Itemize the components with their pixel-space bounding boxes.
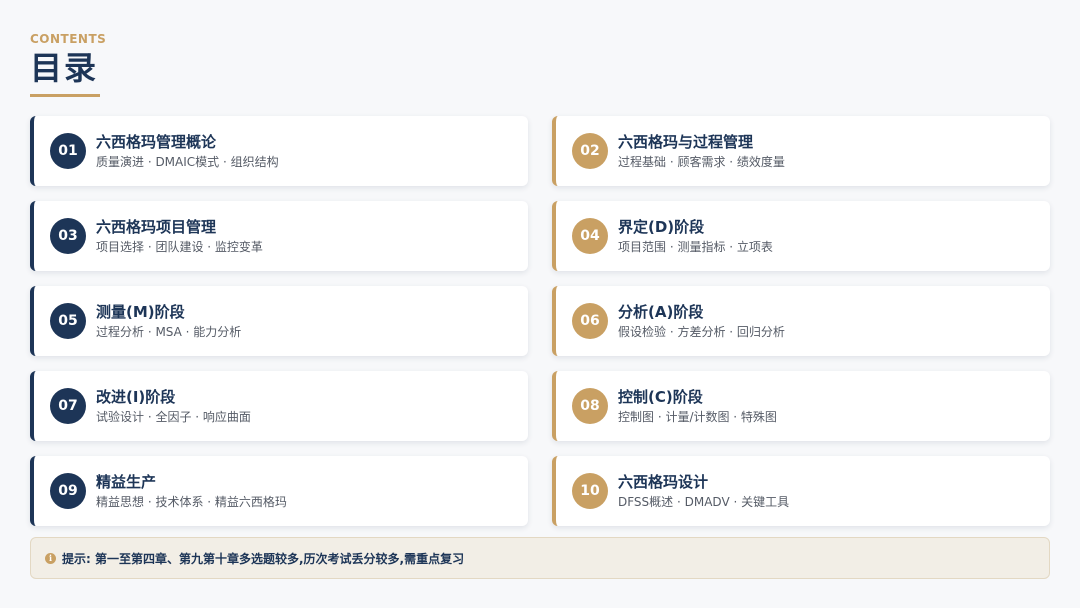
page-title: 目录 bbox=[30, 49, 99, 87]
section-description: 精益思想 · 技术体系 · 精益六西格玛 bbox=[96, 495, 287, 509]
section-title: 控制(C)阶段 bbox=[618, 388, 703, 406]
section-card[interactable]: 09 精益生产 精益思想 · 技术体系 · 精益六西格玛 bbox=[30, 456, 528, 526]
section-number-badge: 10 bbox=[572, 473, 608, 509]
section-number-badge: 03 bbox=[50, 218, 86, 254]
section-number-badge: 04 bbox=[572, 218, 608, 254]
title-underline bbox=[30, 94, 100, 97]
section-description: 假设检验 · 方差分析 · 回归分析 bbox=[618, 325, 785, 339]
section-number-badge: 07 bbox=[50, 388, 86, 424]
section-title: 六西格玛与过程管理 bbox=[618, 133, 754, 151]
slide: CONTENTS 目录 01 六西格玛管理概论 质量演进 · DMAIC模式 ·… bbox=[0, 0, 1080, 608]
section-number-badge: 05 bbox=[50, 303, 86, 339]
section-description: 控制图 · 计量/计数图 · 特殊图 bbox=[618, 410, 777, 424]
section-card[interactable]: 02 六西格玛与过程管理 过程基础 · 顾客需求 · 绩效度量 bbox=[552, 116, 1050, 186]
section-title: 六西格玛项目管理 bbox=[96, 218, 217, 236]
section-description: 过程基础 · 顾客需求 · 绩效度量 bbox=[618, 155, 785, 169]
section-number-badge: 09 bbox=[50, 473, 86, 509]
section-description: 过程分析 · MSA · 能力分析 bbox=[96, 325, 242, 339]
section-title: 精益生产 bbox=[96, 473, 157, 491]
info-icon: i bbox=[45, 552, 56, 564]
section-description: 试验设计 · 全因子 · 响应曲面 bbox=[96, 410, 251, 424]
section-card[interactable]: 05 测量(M)阶段 过程分析 · MSA · 能力分析 bbox=[30, 286, 528, 356]
section-number-badge: 01 bbox=[50, 133, 86, 169]
header: CONTENTS 目录 bbox=[30, 32, 106, 97]
section-card[interactable]: 06 分析(A)阶段 假设检验 · 方差分析 · 回归分析 bbox=[552, 286, 1050, 356]
section-title: 界定(D)阶段 bbox=[618, 218, 705, 236]
tip-banner: i 提示: 第一至第四章、第九第十章多选题较多,历次考试丢分较多,需重点复习 bbox=[30, 537, 1050, 579]
section-description: 项目范围 · 测量指标 · 立项表 bbox=[618, 240, 773, 254]
section-number-badge: 02 bbox=[572, 133, 608, 169]
section-title: 分析(A)阶段 bbox=[618, 303, 704, 321]
section-number-badge: 08 bbox=[572, 388, 608, 424]
section-grid: 01 六西格玛管理概论 质量演进 · DMAIC模式 · 组织结构 02 六西格… bbox=[30, 116, 1050, 526]
section-title: 测量(M)阶段 bbox=[96, 303, 185, 321]
section-card[interactable]: 04 界定(D)阶段 项目范围 · 测量指标 · 立项表 bbox=[552, 201, 1050, 271]
section-description: DFSS概述 · DMADV · 关键工具 bbox=[618, 495, 790, 509]
section-title: 六西格玛设计 bbox=[618, 473, 709, 491]
section-card[interactable]: 01 六西格玛管理概论 质量演进 · DMAIC模式 · 组织结构 bbox=[30, 116, 528, 186]
section-title: 六西格玛管理概论 bbox=[96, 133, 217, 151]
section-title: 改进(I)阶段 bbox=[96, 388, 176, 406]
section-description: 项目选择 · 团队建设 · 监控变革 bbox=[96, 240, 263, 254]
section-card[interactable]: 08 控制(C)阶段 控制图 · 计量/计数图 · 特殊图 bbox=[552, 371, 1050, 441]
section-description: 质量演进 · DMAIC模式 · 组织结构 bbox=[96, 155, 279, 169]
section-card[interactable]: 07 改进(I)阶段 试验设计 · 全因子 · 响应曲面 bbox=[30, 371, 528, 441]
section-card[interactable]: 10 六西格玛设计 DFSS概述 · DMADV · 关键工具 bbox=[552, 456, 1050, 526]
section-number-badge: 06 bbox=[572, 303, 608, 339]
contents-label: CONTENTS bbox=[30, 32, 107, 46]
tip-text: 提示: 第一至第四章、第九第十章多选题较多,历次考试丢分较多,需重点复习 bbox=[62, 551, 465, 566]
section-card[interactable]: 03 六西格玛项目管理 项目选择 · 团队建设 · 监控变革 bbox=[30, 201, 528, 271]
